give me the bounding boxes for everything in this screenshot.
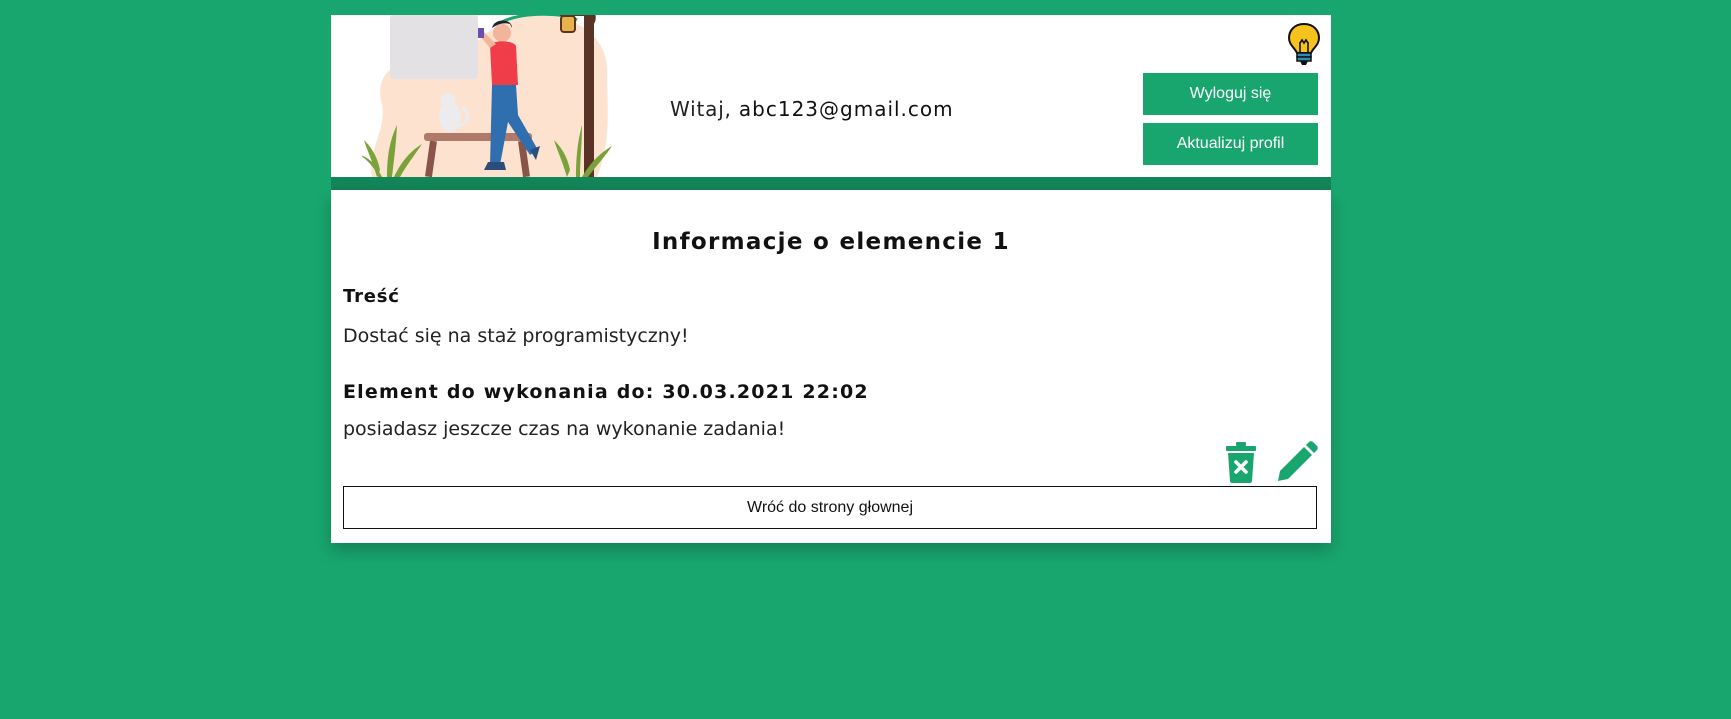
header-bar: Witaj, abc123@gmail.com Wyloguj się Aktu… xyxy=(331,15,1331,177)
deadline-status: posiadasz jeszcze czas na wykonanie zada… xyxy=(343,418,786,440)
deadline-heading: Element do wykonania do: 30.03.2021 22:0… xyxy=(343,381,869,403)
item-details-card: Informacje o elemencie 1 Treść Dostać si… xyxy=(331,190,1331,543)
pencil-icon[interactable] xyxy=(1276,441,1318,483)
lightbulb-icon[interactable] xyxy=(1286,22,1322,66)
user-greeting: Witaj, abc123@gmail.com xyxy=(670,97,954,121)
user-email: abc123@gmail.com xyxy=(738,97,954,121)
header-illustration xyxy=(362,15,612,177)
greeting-prefix: Witaj, xyxy=(670,97,732,121)
content-label: Treść xyxy=(343,286,400,307)
back-to-home-button[interactable]: Wróć do strony głownej xyxy=(343,486,1317,529)
content-text: Dostać się na staż programistyczny! xyxy=(343,325,689,347)
header-divider xyxy=(331,177,1331,190)
logout-button[interactable]: Wyloguj się xyxy=(1143,73,1318,115)
trash-icon[interactable] xyxy=(1225,441,1257,483)
page-title: Informacje o elemencie 1 xyxy=(652,229,1010,255)
update-profile-button[interactable]: Aktualizuj profil xyxy=(1143,123,1318,165)
